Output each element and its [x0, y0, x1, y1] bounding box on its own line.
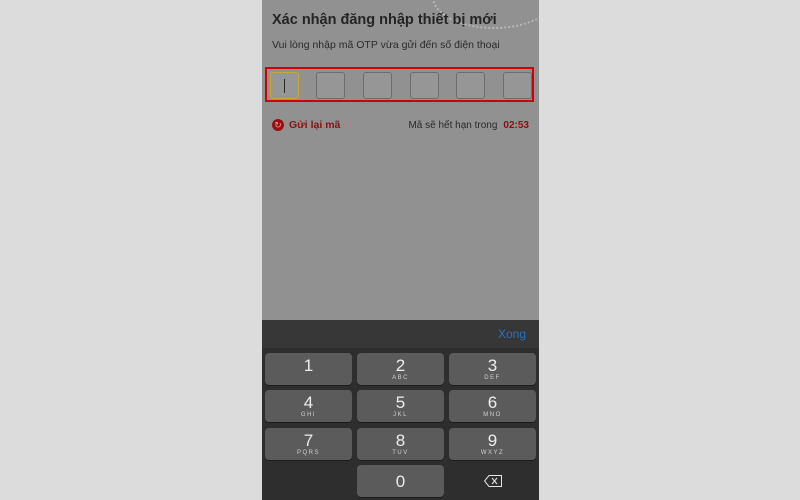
phone-screen: Xác nhận đăng nhập thiết bị mới Vui lòng… — [262, 0, 539, 500]
key-number: 5 — [395, 393, 406, 412]
key-letters: ABC — [392, 375, 409, 381]
key-6[interactable]: 6 MNO — [449, 390, 536, 422]
key-number: 0 — [395, 472, 406, 491]
key-number: 1 — [303, 356, 314, 375]
key-4[interactable]: 4 GHI — [265, 390, 352, 422]
key-letters: TUV — [392, 450, 409, 456]
done-button[interactable]: Xong — [498, 327, 526, 341]
numeric-keypad: 1 2 ABC 3 DEF 4 GHI 5 JKL 6 MNO 7 PQRS 8 — [262, 348, 539, 500]
key-0[interactable]: 0 — [357, 465, 444, 497]
key-number: 7 — [303, 431, 314, 450]
key-number: 2 — [395, 356, 406, 375]
key-letters: MNO — [483, 412, 502, 418]
expiry-countdown: 02:53 — [503, 120, 529, 131]
otp-digit-5[interactable] — [456, 72, 485, 99]
key-2[interactable]: 2 ABC — [357, 353, 444, 385]
key-8[interactable]: 8 TUV — [357, 428, 444, 460]
page-title: Xác nhận đăng nhập thiết bị mới — [272, 12, 497, 28]
keyboard-toolbar: Xong — [262, 320, 539, 348]
resend-icon: ↻ — [272, 119, 284, 131]
resend-code-button[interactable]: ↻ Gửi lại mã — [272, 119, 340, 131]
otp-digit-4[interactable] — [410, 72, 439, 99]
key-number: 3 — [487, 356, 498, 375]
otp-panel: Xác nhận đăng nhập thiết bị mới Vui lòng… — [262, 0, 539, 320]
key-letters: DEF — [484, 375, 501, 381]
key-number: 8 — [395, 431, 406, 450]
key-9[interactable]: 9 WXYZ — [449, 428, 536, 460]
key-5[interactable]: 5 JKL — [357, 390, 444, 422]
otp-digit-6[interactable] — [503, 72, 532, 99]
delete-key[interactable] — [449, 465, 536, 497]
otp-highlight-frame — [265, 67, 534, 102]
expiry-timer: Mã sẽ hết hạn trong 02:53 — [408, 120, 529, 131]
backspace-icon — [484, 475, 502, 487]
resend-label: Gửi lại mã — [289, 119, 341, 131]
key-1[interactable]: 1 — [265, 353, 352, 385]
key-number: 6 — [487, 393, 498, 412]
page-subtitle: Vui lòng nhập mã OTP vừa gửi đến số điện… — [272, 39, 500, 51]
key-blank — [265, 465, 352, 497]
text-caret — [284, 79, 285, 93]
key-letters: GHI — [300, 412, 317, 418]
expiry-label: Mã sẽ hết hạn trong — [408, 120, 498, 131]
key-number: 4 — [303, 393, 314, 412]
key-number: 9 — [487, 431, 498, 450]
otp-digit-1[interactable] — [270, 72, 299, 99]
key-7[interactable]: 7 PQRS — [265, 428, 352, 460]
key-letters: PQRS — [296, 450, 320, 456]
otp-digit-2[interactable] — [316, 72, 345, 99]
key-letters: WXYZ — [480, 450, 505, 456]
key-letters: JKL — [393, 412, 408, 418]
key-3[interactable]: 3 DEF — [449, 353, 536, 385]
otp-digit-3[interactable] — [363, 72, 392, 99]
